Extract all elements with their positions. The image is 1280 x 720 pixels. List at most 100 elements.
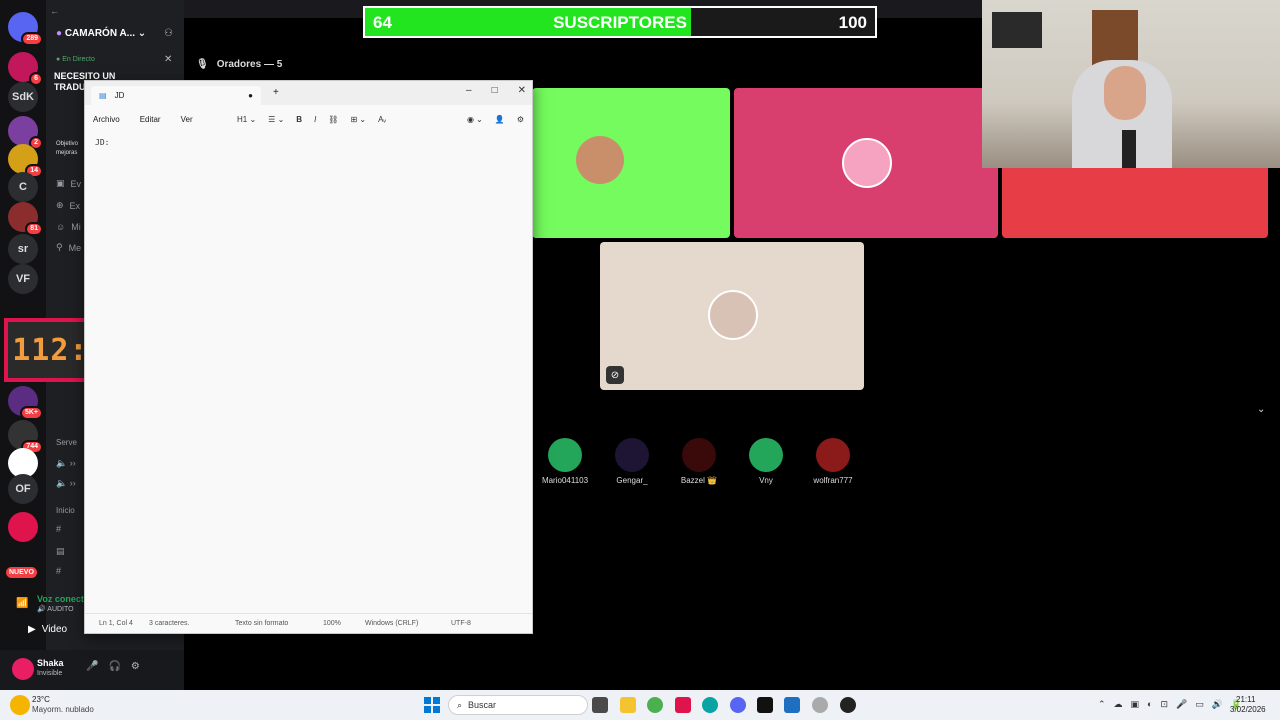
listener-name: Gengar_ (616, 476, 648, 485)
listener-item[interactable]: Vny (731, 438, 801, 485)
signal-icon: 📶 (16, 598, 29, 609)
username: Shaka (37, 658, 64, 668)
format-toolbar: H1 ⌄ ☰ ⌄ B I ⛓ ⊞ ⌄ Aᵥ (237, 109, 386, 129)
speaker-tile[interactable] (1002, 162, 1268, 238)
close-event-icon[interactable]: ✕ (164, 54, 172, 65)
section-label: Serve (56, 438, 77, 447)
server-icon[interactable]: 2 (8, 116, 43, 150)
server-icon[interactable]: 81 (8, 202, 43, 236)
speaker-tile[interactable]: ⊘ (600, 242, 864, 390)
listener-name: wolfran777 (813, 476, 853, 485)
avatar (842, 138, 892, 188)
listener-item[interactable]: Bazzel 👑 (664, 438, 734, 485)
obs-icon[interactable] (757, 697, 773, 713)
tab-document[interactable]: ▤ JD ● (91, 86, 261, 105)
weather-icon[interactable] (10, 695, 30, 715)
server-icon[interactable]: 289 (8, 12, 43, 46)
avatar[interactable] (12, 658, 34, 680)
search-box[interactable]: ⌕ Buscar (448, 695, 588, 715)
add-user-icon[interactable]: ⚇ (164, 28, 173, 39)
menu-view[interactable]: Ver (181, 115, 193, 124)
server-icon[interactable]: 744 (8, 420, 43, 454)
goal-label: SUSCRIPTORES (553, 13, 687, 32)
title-bar[interactable]: ▤ JD ● + – □ ✕ (85, 81, 532, 105)
server-icon[interactable]: VF (8, 264, 38, 294)
clear-format-icon[interactable]: Aᵥ (378, 115, 386, 124)
unread-badge: 5K+ (19, 406, 43, 420)
subscriber-goal-bar: 64 SUSCRIPTORES 100 (363, 6, 877, 38)
speakers-header: 🎙 Oradores — 5 (196, 59, 283, 70)
italic-icon[interactable]: I (314, 115, 316, 124)
server-icon[interactable]: 6 (8, 52, 43, 86)
editor-text[interactable]: JD: (95, 138, 109, 147)
notepad-icon[interactable] (784, 697, 800, 713)
listener-item[interactable]: Mario041103 (530, 438, 600, 485)
chrome-icon[interactable] (647, 697, 663, 713)
channel-item[interactable]: ▣ Ev (56, 178, 81, 189)
channel-item[interactable]: ☺ Mi (56, 222, 81, 232)
settings-icon[interactable]: ⚙ (131, 661, 140, 672)
task-view-icon[interactable] (592, 697, 608, 713)
webcam-feed (982, 0, 1280, 168)
list-icon[interactable]: ☰ ⌄ (268, 115, 284, 124)
app-icon[interactable] (812, 697, 828, 713)
file-explorer-icon[interactable] (620, 697, 636, 713)
server-icon[interactable]: sr (8, 234, 38, 264)
link-icon[interactable]: ⛓ (328, 115, 338, 124)
server-icon[interactable] (8, 512, 38, 542)
server-icon[interactable]: C (8, 172, 38, 202)
server-icon[interactable]: OF (8, 474, 38, 504)
listener-item[interactable]: wolfran777 (798, 438, 868, 485)
close-button[interactable]: ✕ (518, 85, 526, 96)
taskbar: 23°C Mayorm. nublado ⌕ Buscar ⌃☁▣◐⊡🎤▭🔊🔋 2… (0, 690, 1280, 720)
avatar (548, 438, 582, 472)
edge-icon[interactable] (702, 697, 718, 713)
server-name[interactable]: ● CAMARÓN A... ⌄ (56, 28, 146, 39)
speaker-tile[interactable] (734, 88, 998, 238)
new-tab-button[interactable]: + (273, 87, 279, 98)
user-status: Invisible (37, 670, 63, 677)
video-icon: ▶ (28, 624, 36, 635)
speaker-icon: 🔈 ›› (56, 458, 76, 468)
cursor-position: Ln 1, Col 4 (99, 620, 133, 627)
avatar (708, 290, 758, 340)
hash-icon: # (56, 566, 62, 576)
channel-item[interactable]: ⚲ Me (56, 242, 81, 253)
app-icon[interactable] (840, 697, 856, 713)
start-button-icon[interactable] (424, 697, 440, 713)
server-icon[interactable]: 5K+ (8, 386, 43, 420)
server-icon[interactable]: 14 (8, 144, 43, 178)
speaker-tile[interactable] (532, 88, 730, 238)
search-icon: ⌕ (457, 699, 463, 710)
unread-badge: 289 (21, 32, 43, 46)
bold-icon[interactable]: B (296, 115, 302, 124)
headphones-icon[interactable]: 🎧 (108, 661, 120, 672)
microphone-icon: 🎙 (196, 59, 209, 70)
system-tray-icons[interactable]: ⌃☁▣◐⊡🎤▭🔊🔋 (1098, 699, 1250, 710)
minimize-button[interactable]: – (466, 85, 472, 96)
goal-target: 100 (838, 13, 867, 32)
back-arrow-icon[interactable]: ← (50, 6, 59, 16)
notepad-window[interactable]: ▤ JD ● + – □ ✕ Archivo Editar Ver H1 ⌄ ☰… (84, 80, 533, 634)
account-icon[interactable]: 👤 (495, 115, 505, 124)
table-icon[interactable]: ⊞ ⌄ (350, 115, 366, 124)
listener-item[interactable]: Gengar_ (597, 438, 667, 485)
face (1104, 66, 1146, 120)
heading-dropdown[interactable]: H1 ⌄ (237, 115, 256, 124)
voice-channel: 🔊 AUDITO (37, 606, 74, 613)
app-icon[interactable] (675, 697, 691, 713)
line-ending: Windows (CRLF) (365, 620, 419, 627)
microphone-icon[interactable]: 🎤 (86, 661, 98, 672)
unsaved-dot-icon[interactable]: ● (248, 91, 253, 100)
encoding: UTF-8 (451, 620, 471, 627)
copilot-icon[interactable]: ◉ ⌄ (467, 115, 483, 124)
discord-icon[interactable] (730, 697, 746, 713)
channel-item[interactable]: ⊕ Ex (56, 200, 80, 211)
menu-edit[interactable]: Editar (140, 115, 161, 124)
video-button[interactable]: ▶ Video (28, 624, 67, 635)
settings-icon[interactable]: ⚙ (517, 115, 524, 124)
chevron-down-icon[interactable]: ⌄ (1257, 404, 1265, 415)
server-icon[interactable]: SdK (8, 82, 38, 112)
menu-file[interactable]: Archivo (93, 115, 120, 124)
maximize-button[interactable]: □ (492, 85, 498, 96)
